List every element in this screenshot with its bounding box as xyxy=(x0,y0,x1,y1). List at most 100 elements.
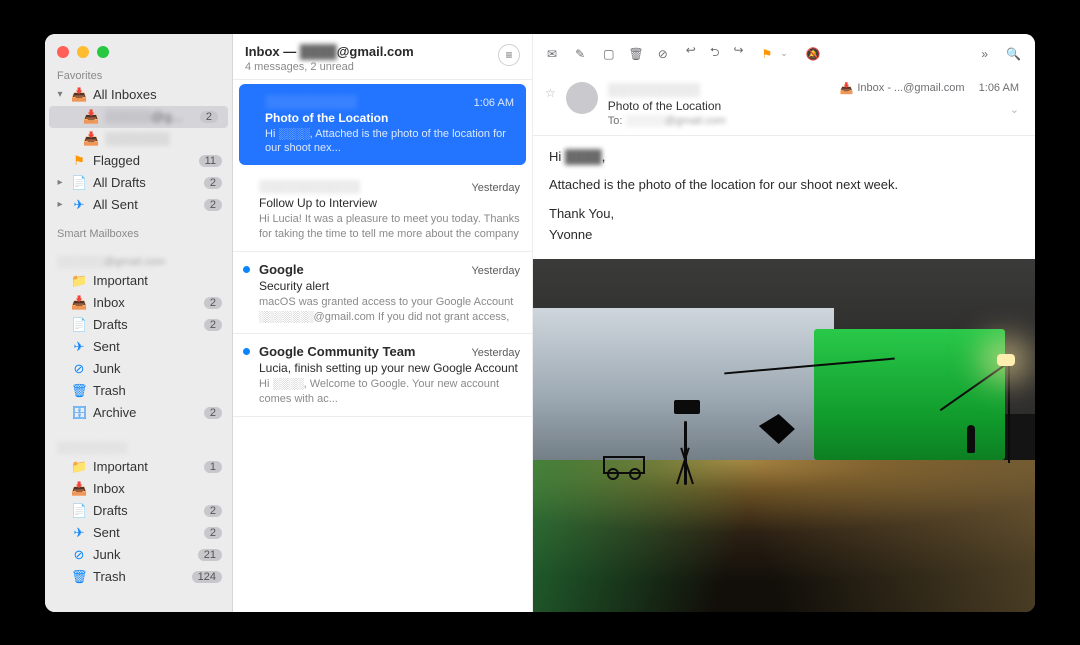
sidebar-item-label: All Inboxes xyxy=(93,87,222,102)
vip-star-icon[interactable]: ☆ xyxy=(545,82,556,127)
folder-icon: 📁 xyxy=(71,459,87,475)
sidebar-item-label: Trash xyxy=(93,383,222,398)
minimize-window-button[interactable] xyxy=(77,46,89,58)
inbox-icon: 📥 xyxy=(83,109,99,125)
message-from: ░░░░░░░░░░░ xyxy=(259,179,360,194)
unread-count: 2 xyxy=(204,319,222,331)
doc-icon: 📄 xyxy=(71,317,87,333)
sidebar-item-label: Inbox xyxy=(93,481,222,496)
sender-avatar[interactable] xyxy=(566,82,598,114)
message-row[interactable]: ░░░░░░░░░░░Yesterday Follow Up to Interv… xyxy=(233,169,532,252)
sidebar-item-label: Trash xyxy=(93,569,186,584)
sidebar-item-trash[interactable]: 🗑Trash xyxy=(45,380,232,402)
unread-count: 1 xyxy=(204,461,222,473)
sidebar-item-important[interactable]: 📁Important1 xyxy=(45,456,232,478)
sidebar-item-junk[interactable]: ⊘Junk xyxy=(45,358,232,380)
sidebar-item-account-inbox-2[interactable]: 📥 ░░░░░░░ xyxy=(45,128,232,150)
disclosure-icon[interactable]: ▸ xyxy=(55,199,65,210)
status-column xyxy=(247,94,257,156)
sidebar-item-trash[interactable]: 🗑Trash124 xyxy=(45,566,232,588)
details-toggle-icon[interactable]: ⌄ xyxy=(840,103,1019,116)
inbox-icon: 📥 xyxy=(71,481,87,497)
reader-from: ░░░░░░░░░░ xyxy=(608,82,830,97)
sidebar-item-archive[interactable]: 🗄Archive2 xyxy=(45,402,232,424)
message-list-header: Inbox — ████@gmail.com 4 messages, 2 unr… xyxy=(233,34,532,80)
flag-button[interactable]: ⚑ xyxy=(762,47,773,61)
archive-button[interactable]: ▢ xyxy=(603,47,614,61)
message-from: Google Community Team xyxy=(259,344,416,359)
message-time: 1:06 AM xyxy=(474,97,514,109)
sidebar-item-label: Important xyxy=(93,273,222,288)
unread-count: 2 xyxy=(204,297,222,309)
status-column xyxy=(241,344,251,406)
flag-icon: ⚑ xyxy=(71,153,87,169)
close-window-button[interactable] xyxy=(57,46,69,58)
attached-image[interactable] xyxy=(533,259,1035,612)
toolbar: ✉︎ ✎ ▢ 🗑 ⊘ ↩︎ ⮌ ↪︎ ⚑ ⌄ 🔕 » 🔍 xyxy=(533,34,1035,74)
junk-button[interactable]: ⊘ xyxy=(658,47,668,61)
favorites-header: Favorites xyxy=(45,66,232,84)
zoom-window-button[interactable] xyxy=(97,46,109,58)
smart-mailboxes-header: Smart Mailboxes xyxy=(45,224,232,242)
doc-icon: 📄 xyxy=(71,503,87,519)
inbox-icon: 📥 xyxy=(71,295,87,311)
sidebar-item-label: ░░░░░░░ xyxy=(105,131,222,146)
sidebar-item-inbox[interactable]: 📥 Inbox xyxy=(45,478,232,500)
sent-icon: ✈︎ xyxy=(71,525,87,541)
unread-dot-icon xyxy=(243,348,250,355)
forward-button[interactable]: ↪︎ xyxy=(733,43,743,64)
sidebar-item-important[interactable]: 📁Important xyxy=(45,270,232,292)
search-button[interactable]: 🔍 xyxy=(1006,47,1021,61)
message-row[interactable]: ░░░░░░░░░░1:06 AM Photo of the Location … xyxy=(239,84,526,166)
unread-count: 2 xyxy=(204,199,222,211)
unread-count: 2 xyxy=(200,111,218,123)
sidebar-item-all-sent[interactable]: ▸ ✈︎ All Sent 2 xyxy=(45,194,232,216)
reading-pane: ✉︎ ✎ ▢ 🗑 ⊘ ↩︎ ⮌ ↪︎ ⚑ ⌄ 🔕 » 🔍 ☆ ░░░░░░░░ xyxy=(533,34,1035,612)
sent-icon: ✈︎ xyxy=(71,197,87,213)
message-subject: Follow Up to Interview xyxy=(259,196,520,210)
trash-icon: 🗑 xyxy=(71,569,87,585)
disclosure-icon[interactable]: ▾ xyxy=(55,89,65,100)
body-line-1: Attached is the photo of the location fo… xyxy=(549,176,1019,195)
sidebar-item-inbox[interactable]: 📥Inbox2 xyxy=(45,292,232,314)
disclosure-icon[interactable]: ▸ xyxy=(55,177,65,188)
message-subject: Photo of the Location xyxy=(265,111,514,125)
get-mail-button[interactable]: ✉︎ xyxy=(547,47,557,61)
message-from: Google xyxy=(259,262,304,277)
inbox-icon: 📥 xyxy=(83,131,99,147)
mute-button[interactable]: 🔕 xyxy=(806,47,821,61)
sidebar-item-junk[interactable]: ⊘Junk21 xyxy=(45,544,232,566)
sidebar-item-account-inbox-1[interactable]: 📥 ░░░░░@g... 2 xyxy=(49,106,228,128)
sidebar-item-label: Junk xyxy=(93,547,192,562)
toolbar-overflow-button[interactable]: » xyxy=(981,47,988,61)
message-preview: Hi Lucia! It was a pleasure to meet you … xyxy=(259,212,520,241)
sidebar-item-drafts[interactable]: 📄Drafts2 xyxy=(45,314,232,336)
message-preview: Hi ░░░░, Welcome to Google. Your new acc… xyxy=(259,377,520,406)
message-row[interactable]: Google Community TeamYesterday Lucia, fi… xyxy=(233,334,532,417)
sidebar-item-all-drafts[interactable]: ▸ 📄 All Drafts 2 xyxy=(45,172,232,194)
unread-count: 2 xyxy=(204,177,222,189)
sidebar-item-flagged[interactable]: ⚑ Flagged 11 xyxy=(45,150,232,172)
sidebar-item-drafts[interactable]: 📄Drafts2 xyxy=(45,500,232,522)
message-row[interactable]: GoogleYesterday Security alert macOS was… xyxy=(233,252,532,335)
reply-button[interactable]: ↩︎ xyxy=(686,43,696,64)
filter-button[interactable]: ≡ xyxy=(498,44,520,66)
sidebar-item-sent[interactable]: ✈︎Sent xyxy=(45,336,232,358)
message-preview: macOS was granted access to your Google … xyxy=(259,295,520,324)
sidebar-item-sent[interactable]: ✈︎Sent2 xyxy=(45,522,232,544)
unread-count: 21 xyxy=(198,549,222,561)
reply-all-button[interactable]: ⮌ xyxy=(710,43,720,64)
inbox-stack-icon: 📥 xyxy=(71,87,87,103)
sent-icon: ✈︎ xyxy=(71,339,87,355)
delete-button[interactable]: 🗑 xyxy=(628,47,643,61)
unread-dot-icon xyxy=(243,266,250,273)
sidebar-item-label: All Drafts xyxy=(93,175,198,190)
flag-menu-chevron-icon[interactable]: ⌄ xyxy=(780,48,788,59)
compose-button[interactable]: ✎ xyxy=(575,47,585,61)
archive-icon: 🗄 xyxy=(71,405,87,421)
sidebar-item-all-inboxes[interactable]: ▾ 📥 All Inboxes xyxy=(45,84,232,106)
reader-subject: Photo of the Location xyxy=(608,99,830,113)
mailbox-title-prefix: Inbox — xyxy=(245,44,300,59)
account-domain: @gmail.com xyxy=(337,44,414,59)
sidebar-item-label: Junk xyxy=(93,361,222,376)
